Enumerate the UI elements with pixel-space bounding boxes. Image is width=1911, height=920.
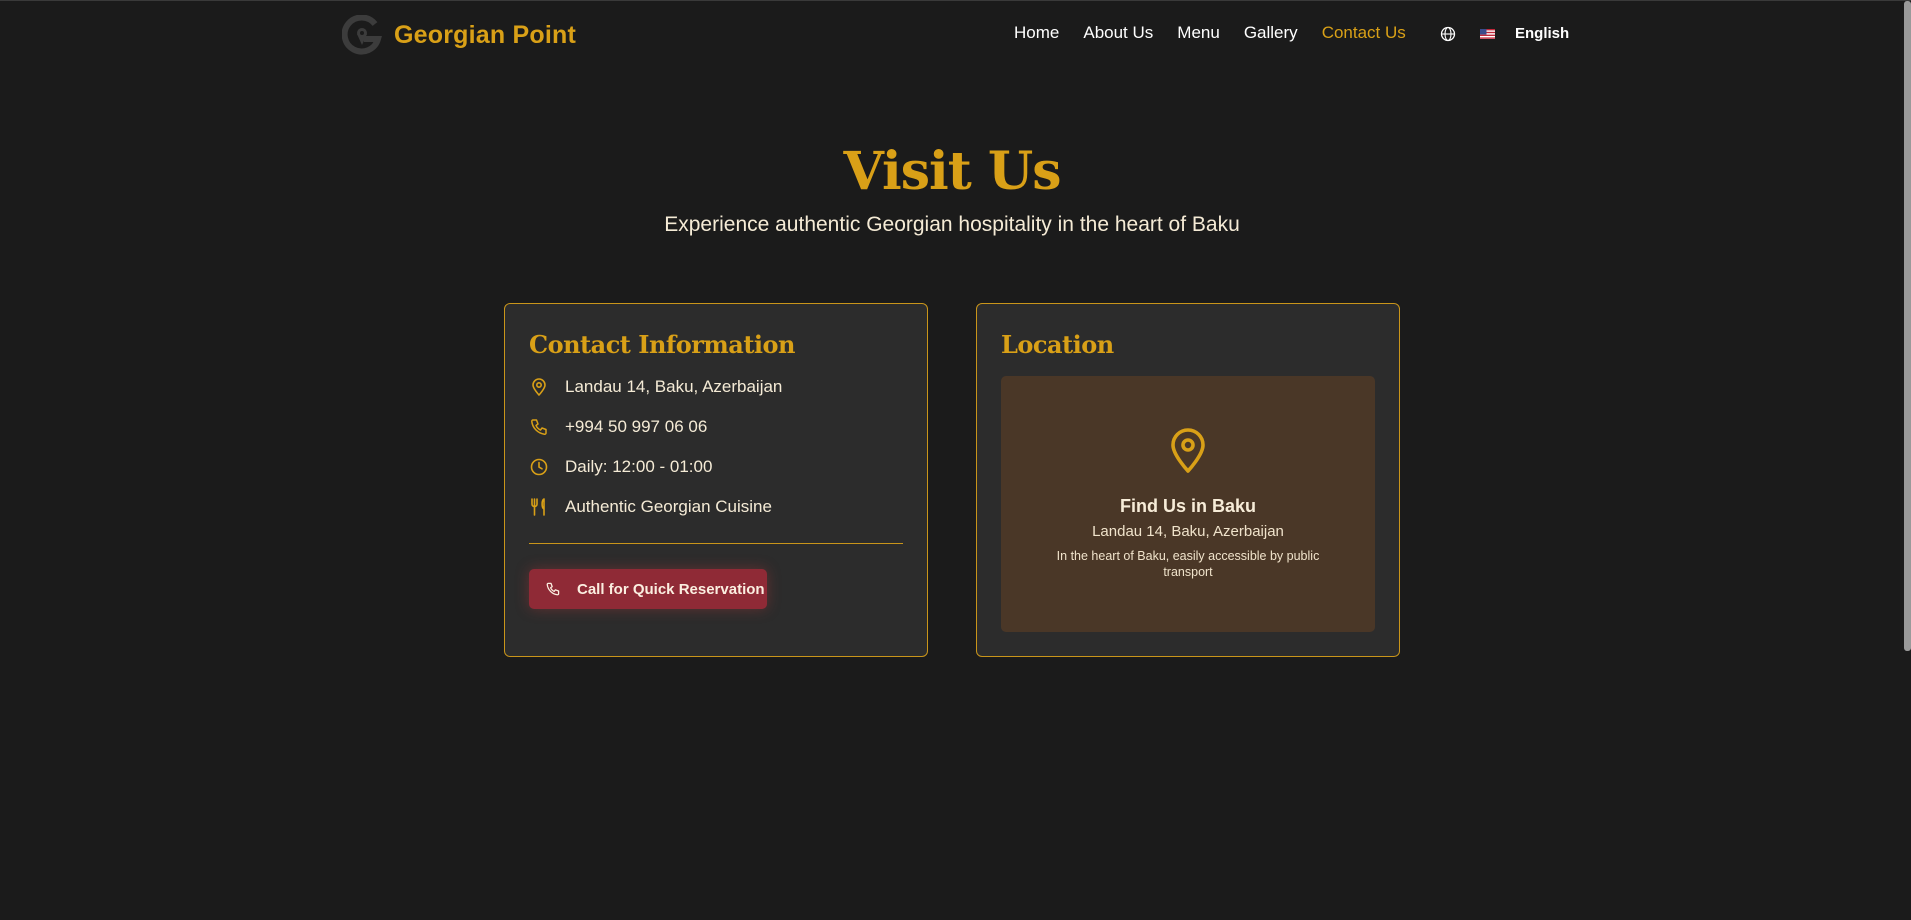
- page-title: Visit Us: [843, 141, 1062, 202]
- page-subtitle: Experience authentic Georgian hospitalit…: [664, 213, 1240, 236]
- nav-gallery[interactable]: Gallery: [1244, 23, 1298, 43]
- logo-icon: [342, 15, 382, 55]
- phone-icon: [531, 419, 547, 435]
- utensils-icon: [531, 498, 545, 516]
- site-header: Georgian Point Home About Us Menu Galler…: [0, 1, 1911, 69]
- us-flag-icon: [1480, 28, 1495, 39]
- location-card-title: Location: [1001, 330, 1114, 359]
- globe-icon: [1440, 26, 1456, 41]
- cuisine-text: Authentic Georgian Cuisine: [565, 497, 772, 516]
- phone-icon: [546, 582, 560, 596]
- address-row: Landau 14, Baku, Azerbaijan: [529, 377, 782, 397]
- brand-name: Georgian Point: [394, 20, 576, 49]
- nav-home[interactable]: Home: [1014, 23, 1059, 43]
- hours-row: Daily: 12:00 - 01:00: [529, 457, 712, 477]
- phone-text: +994 50 997 06 06: [565, 417, 708, 436]
- call-reservation-button[interactable]: Call for Quick Reservation: [529, 569, 767, 609]
- map-note: In the heart of Baku, easily accessible …: [1056, 549, 1320, 579]
- call-reservation-label: Call for Quick Reservation: [577, 580, 765, 598]
- nav-contact-us[interactable]: Contact Us: [1322, 23, 1406, 43]
- contact-divider: [529, 543, 903, 544]
- map-placeholder[interactable]: Find Us in Baku Landau 14, Baku, Azerbai…: [1001, 376, 1375, 632]
- brand[interactable]: Georgian Point: [342, 15, 576, 55]
- cuisine-row: Authentic Georgian Cuisine: [529, 497, 772, 517]
- location-card: Location Find Us in Baku Landau 14, Baku…: [976, 303, 1400, 657]
- language-label: English: [1515, 25, 1570, 42]
- map-pin-icon: [532, 378, 546, 396]
- page: Georgian Point Home About Us Menu Galler…: [0, 0, 1911, 920]
- clock-icon: [530, 458, 548, 476]
- main-nav: Home About Us Menu Gallery Contact Us: [1014, 23, 1406, 43]
- nav-menu[interactable]: Menu: [1177, 23, 1220, 43]
- nav-about-us[interactable]: About Us: [1083, 23, 1153, 43]
- contact-card-title: Contact Information: [529, 330, 796, 359]
- contact-card: Contact Information Landau 14, Baku, Aze…: [504, 303, 928, 657]
- map-address: Landau 14, Baku, Azerbaijan: [1092, 523, 1284, 540]
- map-pin-icon: [1171, 428, 1205, 473]
- language-selector[interactable]: English: [1440, 25, 1569, 42]
- phone-row: +994 50 997 06 06: [529, 417, 707, 437]
- address-text: Landau 14, Baku, Azerbaijan: [565, 377, 783, 396]
- map-title: Find Us in Baku: [1119, 496, 1256, 516]
- page-scrollbar[interactable]: [1904, 1, 1911, 651]
- hours-text: Daily: 12:00 - 01:00: [565, 457, 713, 476]
